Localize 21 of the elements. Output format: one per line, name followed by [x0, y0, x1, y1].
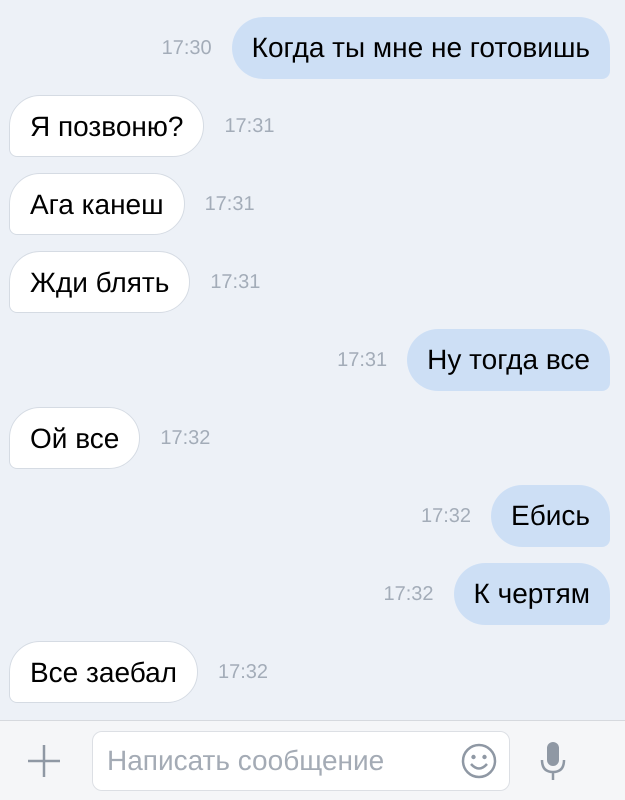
message-bubble: Я позвоню?	[9, 95, 204, 157]
message-time: 17:32	[218, 660, 268, 684]
message-bubble: Жди блять	[9, 251, 190, 313]
message-bubble: Ага канеш	[9, 173, 185, 235]
message-bubble: Ой все	[9, 407, 140, 469]
message-bubble: Когда ты мне не готовишь	[232, 17, 610, 79]
message-time: 17:31	[224, 114, 274, 138]
message-time: 17:32	[160, 426, 210, 450]
message-field[interactable]: Написать сообщение	[92, 730, 510, 790]
message-bubble: К чертям	[454, 563, 610, 625]
message-time: 17:31	[210, 270, 260, 294]
message-time: 17:32	[383, 582, 434, 606]
message-time: 17:32	[420, 504, 472, 528]
message-time: 17:31	[337, 348, 388, 372]
message-bubble: Все заебал	[9, 641, 198, 703]
message-bubble: Ну тогда все	[407, 329, 610, 391]
microphone-icon[interactable]	[538, 740, 568, 782]
message-bubble: Ебись	[491, 485, 610, 547]
message-time: 17:30	[162, 36, 212, 60]
emoji-icon[interactable]	[460, 742, 498, 780]
message-time: 17:31	[204, 192, 255, 216]
